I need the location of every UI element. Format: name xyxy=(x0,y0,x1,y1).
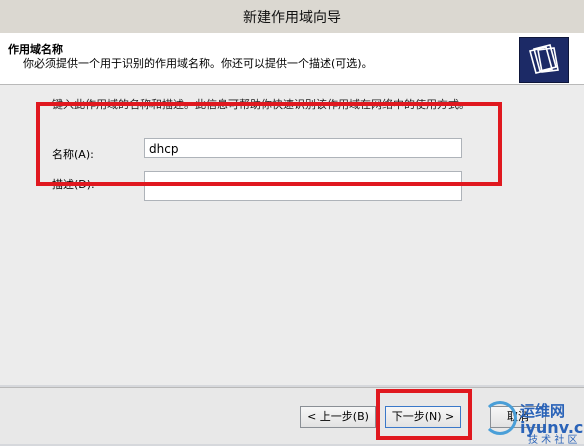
highlight-box-name xyxy=(36,102,502,186)
window-title: 新建作用域向导 xyxy=(243,10,341,26)
highlight-box-next xyxy=(376,389,472,440)
header-subtitle: 你必须提供一个用于识别的作用域名称。你还可以提供一个描述(可选)。 xyxy=(23,57,373,70)
title-bar: 新建作用域向导 xyxy=(0,0,584,34)
watermark-logo-icon xyxy=(483,401,517,435)
back-button[interactable]: < 上一步(B) xyxy=(300,406,376,428)
wizard-header: 作用域名称 你必须提供一个用于识别的作用域名称。你还可以提供一个描述(可选)。 xyxy=(0,33,584,85)
wizard-folder-icon xyxy=(519,37,569,83)
